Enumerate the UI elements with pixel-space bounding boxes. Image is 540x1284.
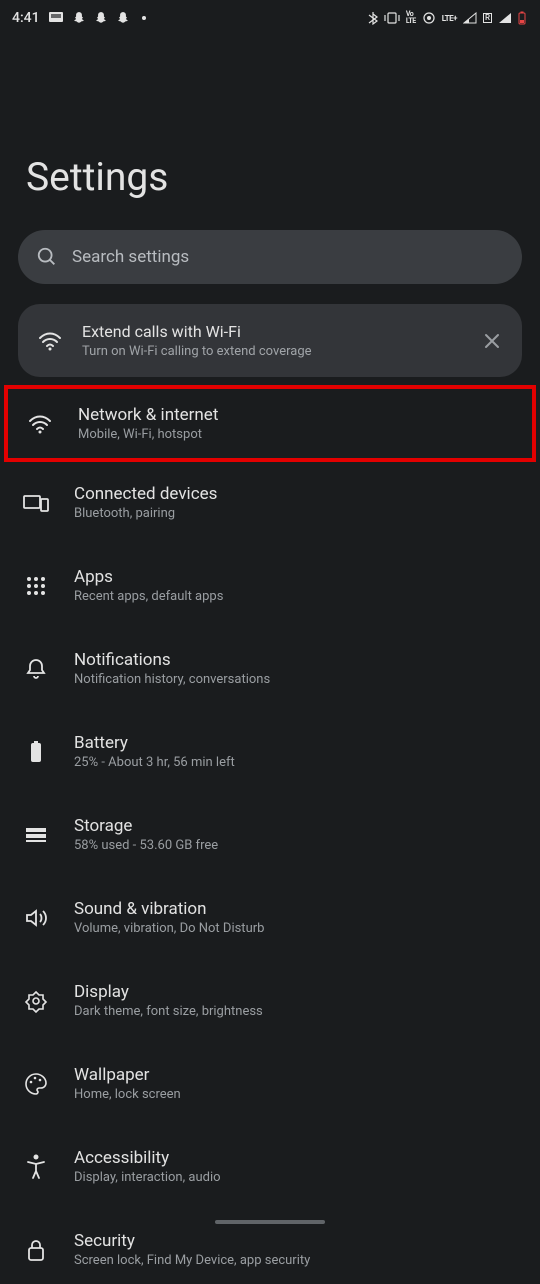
- roaming-indicator: R: [483, 13, 492, 23]
- settings-item-storage[interactable]: Storage 58% used - 53.60 GB free: [0, 800, 540, 869]
- settings-item-notifications[interactable]: Notifications Notification history, conv…: [0, 634, 540, 703]
- promo-subtitle: Turn on Wi-Fi calling to extend coverage: [82, 344, 462, 359]
- devices-icon: [22, 489, 50, 517]
- search-input[interactable]: [72, 247, 504, 267]
- snapchat-icon: [94, 10, 108, 26]
- settings-list: Connected devices Bluetooth, pairing App…: [0, 462, 540, 1284]
- message-icon: [48, 11, 64, 25]
- item-subtitle: Screen lock, Find My Device, app securit…: [74, 1253, 518, 1268]
- status-bar: 4:41 VoLTE LTE+ R: [0, 0, 540, 34]
- settings-item-network[interactable]: Network & internet Mobile, Wi-Fi, hotspo…: [8, 391, 532, 456]
- item-title: Battery: [74, 733, 518, 753]
- promo-title: Extend calls with Wi-Fi: [82, 322, 462, 341]
- settings-item-security[interactable]: Security Screen lock, Find My Device, ap…: [0, 1215, 540, 1284]
- item-title: Storage: [74, 816, 518, 836]
- snapchat-icon: [116, 10, 130, 26]
- promo-text: Extend calls with Wi-Fi Turn on Wi-Fi ca…: [82, 322, 462, 359]
- more-notifications-dot: [142, 16, 146, 20]
- volte-indicator: VoLTE: [406, 11, 416, 25]
- item-subtitle: Mobile, Wi-Fi, hotspot: [78, 427, 514, 442]
- bell-icon: [22, 655, 50, 683]
- battery-icon: [518, 11, 526, 25]
- search-bar[interactable]: [18, 230, 522, 284]
- settings-item-sound[interactable]: Sound & vibration Volume, vibration, Do …: [0, 883, 540, 952]
- item-subtitle: 58% used - 53.60 GB free: [74, 838, 518, 853]
- speaker-icon: [22, 904, 50, 932]
- hotspot-icon: [422, 11, 436, 25]
- item-subtitle: Dark theme, font size, brightness: [74, 1004, 518, 1019]
- settings-item-connected-devices[interactable]: Connected devices Bluetooth, pairing: [0, 468, 540, 537]
- item-title: Sound & vibration: [74, 899, 518, 919]
- settings-item-apps[interactable]: Apps Recent apps, default apps: [0, 551, 540, 620]
- close-button[interactable]: [480, 329, 504, 353]
- home-indicator[interactable]: [215, 1220, 325, 1224]
- bluetooth-icon: [368, 11, 378, 25]
- settings-item-battery[interactable]: Battery 25% - About 3 hr, 56 min left: [0, 717, 540, 786]
- snapchat-icon: [72, 10, 86, 26]
- item-title: Connected devices: [74, 484, 518, 504]
- status-left: 4:41: [12, 10, 146, 26]
- highlight-annotation: Network & internet Mobile, Wi-Fi, hotspo…: [4, 385, 536, 462]
- brightness-icon: [22, 987, 50, 1015]
- lock-icon: [22, 1236, 50, 1264]
- item-title: Accessibility: [74, 1148, 518, 1168]
- accessibility-icon: [22, 1153, 50, 1181]
- item-title: Network & internet: [78, 405, 514, 425]
- item-subtitle: Notification history, conversations: [74, 672, 518, 687]
- item-title: Notifications: [74, 650, 518, 670]
- storage-icon: [22, 821, 50, 849]
- item-subtitle: Home, lock screen: [74, 1087, 518, 1102]
- item-subtitle: 25% - About 3 hr, 56 min left: [74, 755, 518, 770]
- settings-item-wallpaper[interactable]: Wallpaper Home, lock screen: [0, 1049, 540, 1118]
- status-time: 4:41: [12, 10, 40, 26]
- item-title: Security: [74, 1231, 518, 1251]
- search-icon: [36, 246, 58, 268]
- palette-icon: [22, 1070, 50, 1098]
- wifi-icon: [26, 410, 54, 438]
- signal-icon: [463, 12, 477, 24]
- item-title: Display: [74, 982, 518, 1002]
- wifi-calling-promo[interactable]: Extend calls with Wi-Fi Turn on Wi-Fi ca…: [18, 304, 522, 377]
- close-icon: [483, 332, 501, 350]
- item-subtitle: Volume, vibration, Do Not Disturb: [74, 921, 518, 936]
- item-subtitle: Bluetooth, pairing: [74, 506, 518, 521]
- item-subtitle: Recent apps, default apps: [74, 589, 518, 604]
- item-subtitle: Display, interaction, audio: [74, 1170, 518, 1185]
- vibrate-icon: [384, 12, 400, 24]
- settings-item-display[interactable]: Display Dark theme, font size, brightnes…: [0, 966, 540, 1035]
- battery-icon: [22, 738, 50, 766]
- settings-item-accessibility[interactable]: Accessibility Display, interaction, audi…: [0, 1132, 540, 1201]
- wifi-icon: [36, 327, 64, 355]
- signal-icon-2: [498, 12, 512, 24]
- page-title: Settings: [0, 34, 540, 230]
- item-title: Wallpaper: [74, 1065, 518, 1085]
- item-title: Apps: [74, 567, 518, 587]
- status-right: VoLTE LTE+ R: [368, 11, 526, 25]
- apps-icon: [22, 572, 50, 600]
- lte-indicator: LTE+: [442, 14, 457, 23]
